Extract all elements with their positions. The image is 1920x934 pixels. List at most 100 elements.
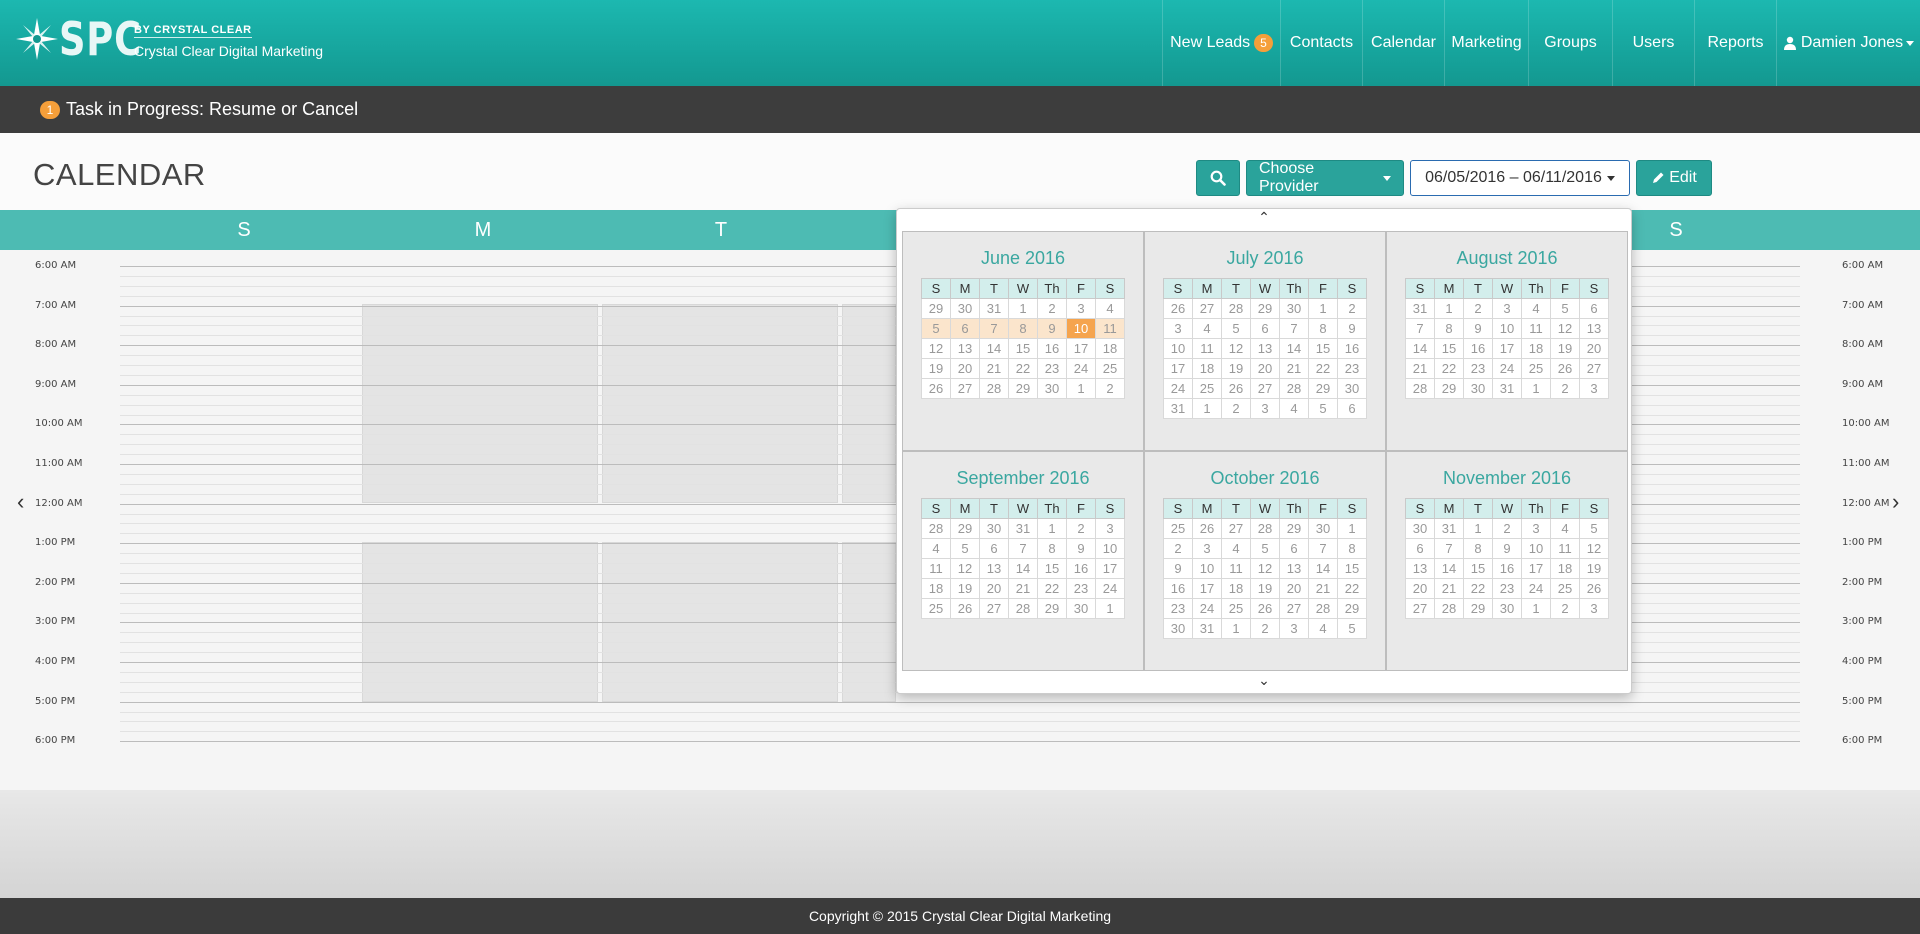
day-cell[interactable]: 3: [1492, 298, 1522, 319]
day-cell[interactable]: 4: [1308, 618, 1338, 639]
day-cell[interactable]: 26: [1579, 578, 1609, 599]
day-cell[interactable]: 11: [1521, 318, 1551, 339]
day-cell[interactable]: 23: [1463, 358, 1493, 379]
day-cell[interactable]: 15: [1308, 338, 1338, 359]
day-cell[interactable]: 31: [1405, 298, 1435, 319]
day-cell[interactable]: 22: [1463, 578, 1493, 599]
day-cell[interactable]: 2: [1550, 378, 1580, 399]
day-cell[interactable]: 1: [1095, 598, 1125, 619]
day-cell[interactable]: 3: [1163, 318, 1193, 339]
day-cell[interactable]: 15: [1434, 338, 1464, 359]
day-cell[interactable]: 18: [1192, 358, 1222, 379]
day-cell[interactable]: 25: [1521, 358, 1551, 379]
day-cell[interactable]: 11: [1192, 338, 1222, 359]
day-cell[interactable]: 12: [1250, 558, 1280, 579]
day-cell[interactable]: 2: [1337, 298, 1367, 319]
day-cell[interactable]: 2: [1250, 618, 1280, 639]
day-cell[interactable]: 29: [1008, 378, 1038, 399]
day-cell[interactable]: 30: [950, 298, 980, 319]
day-cell[interactable]: 3: [1066, 298, 1096, 319]
day-cell[interactable]: 16: [1066, 558, 1096, 579]
day-cell[interactable]: 19: [1250, 578, 1280, 599]
day-cell[interactable]: 16: [1463, 338, 1493, 359]
day-cell[interactable]: 20: [979, 578, 1009, 599]
day-cell[interactable]: 21: [979, 358, 1009, 379]
day-cell[interactable]: 3: [1579, 598, 1609, 619]
day-cell[interactable]: 29: [1463, 598, 1493, 619]
day-cell[interactable]: 26: [1250, 598, 1280, 619]
day-cell[interactable]: 24: [1521, 578, 1551, 599]
day-cell[interactable]: 7: [979, 318, 1009, 339]
day-cell[interactable]: 21: [1008, 578, 1038, 599]
day-cell[interactable]: 30: [1308, 518, 1338, 539]
day-cell[interactable]: 3: [1250, 398, 1280, 419]
previous-week-arrow-icon[interactable]: ‹: [17, 489, 24, 515]
day-cell[interactable]: 17: [1521, 558, 1551, 579]
nav-contacts[interactable]: Contacts: [1280, 0, 1362, 86]
day-cell[interactable]: 28: [1008, 598, 1038, 619]
day-cell[interactable]: 2: [1163, 538, 1193, 559]
day-cell[interactable]: 18: [1095, 338, 1125, 359]
month-title[interactable]: July 2016: [1145, 248, 1385, 278]
day-cell[interactable]: 22: [1308, 358, 1338, 379]
day-cell[interactable]: 2: [1221, 398, 1251, 419]
day-cell[interactable]: 25: [1550, 578, 1580, 599]
day-cell[interactable]: 21: [1434, 578, 1464, 599]
day-cell[interactable]: 8: [1008, 318, 1038, 339]
day-cell[interactable]: 6: [1279, 538, 1309, 559]
day-cell[interactable]: 25: [921, 598, 951, 619]
next-week-arrow-icon[interactable]: ›: [1892, 489, 1899, 515]
day-cell[interactable]: 15: [1337, 558, 1367, 579]
day-cell[interactable]: 6: [1337, 398, 1367, 419]
day-cell[interactable]: 26: [1192, 518, 1222, 539]
day-cell[interactable]: 10: [1492, 318, 1522, 339]
day-cell[interactable]: 22: [1037, 578, 1067, 599]
day-cell[interactable]: 23: [1163, 598, 1193, 619]
day-cell[interactable]: 30: [1492, 598, 1522, 619]
day-cell[interactable]: 13: [1279, 558, 1309, 579]
day-cell[interactable]: 7: [1008, 538, 1038, 559]
day-cell[interactable]: 29: [1337, 598, 1367, 619]
day-cell[interactable]: 26: [1221, 378, 1251, 399]
day-cell[interactable]: 18: [1521, 338, 1551, 359]
day-cell[interactable]: 29: [1308, 378, 1338, 399]
month-title[interactable]: November 2016: [1387, 468, 1627, 498]
day-cell[interactable]: 31: [1434, 518, 1464, 539]
day-cell[interactable]: 15: [1037, 558, 1067, 579]
day-cell[interactable]: 12: [1221, 338, 1251, 359]
day-cell[interactable]: 23: [1037, 358, 1067, 379]
day-cell[interactable]: 2: [1037, 298, 1067, 319]
day-cell[interactable]: 2: [1066, 518, 1096, 539]
day-cell[interactable]: 23: [1337, 358, 1367, 379]
day-cell[interactable]: 27: [1579, 358, 1609, 379]
day-cell[interactable]: 19: [1579, 558, 1609, 579]
day-cell[interactable]: 24: [1095, 578, 1125, 599]
day-cell[interactable]: 10: [1163, 338, 1193, 359]
day-cell[interactable]: 19: [1550, 338, 1580, 359]
day-cell[interactable]: 10: [1192, 558, 1222, 579]
day-cell[interactable]: 26: [1163, 298, 1193, 319]
day-cell[interactable]: 3: [1579, 378, 1609, 399]
day-cell[interactable]: 17: [1192, 578, 1222, 599]
day-cell[interactable]: 24: [1066, 358, 1096, 379]
day-cell[interactable]: 4: [1550, 518, 1580, 539]
day-cell[interactable]: 13: [979, 558, 1009, 579]
edit-button[interactable]: Edit: [1636, 160, 1712, 196]
day-cell[interactable]: 1: [1066, 378, 1096, 399]
task-text[interactable]: Task in Progress: Resume or Cancel: [66, 99, 358, 120]
day-cell[interactable]: 27: [950, 378, 980, 399]
day-cell[interactable]: 16: [1163, 578, 1193, 599]
day-cell[interactable]: 5: [921, 318, 951, 339]
day-cell[interactable]: 1: [1463, 518, 1493, 539]
day-cell[interactable]: 28: [1221, 298, 1251, 319]
day-cell[interactable]: 25: [1192, 378, 1222, 399]
day-cell[interactable]: 8: [1308, 318, 1338, 339]
day-cell[interactable]: 29: [1037, 598, 1067, 619]
month-title[interactable]: June 2016: [903, 248, 1143, 278]
day-cell[interactable]: 4: [1192, 318, 1222, 339]
day-cell[interactable]: 5: [1337, 618, 1367, 639]
nav-new-leads[interactable]: New Leads 5: [1162, 0, 1280, 86]
user-menu[interactable]: Damien Jones: [1776, 0, 1920, 86]
day-cell[interactable]: 7: [1434, 538, 1464, 559]
day-cell[interactable]: 31: [1492, 378, 1522, 399]
